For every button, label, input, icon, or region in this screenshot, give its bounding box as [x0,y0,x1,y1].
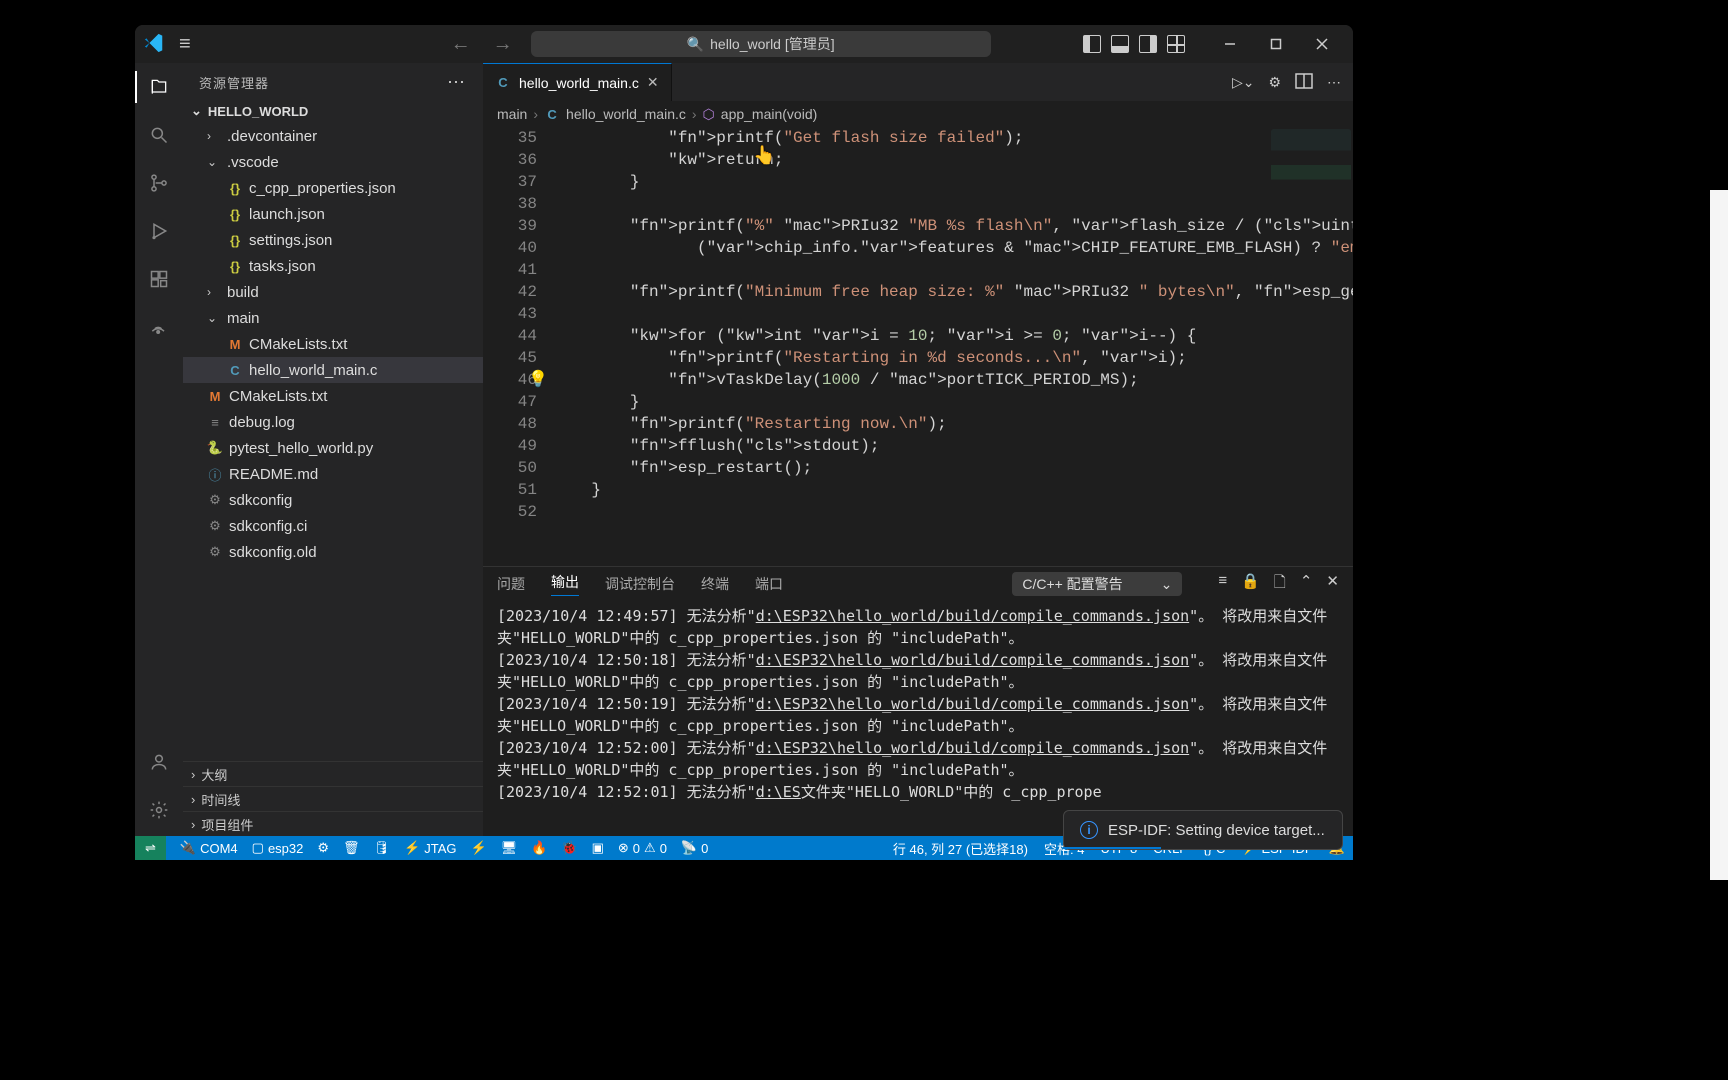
output-channel-select[interactable]: C/C++ 配置警告⌄ [1012,572,1182,596]
command-center-search[interactable]: 🔍 hello_world [管理员] [531,31,991,57]
panel-tab-debug[interactable]: 调试控制台 [605,574,675,594]
nav-forward-icon[interactable]: → [493,33,513,56]
status-gear-icon[interactable]: ⚙ [317,840,329,856]
explorer-sidebar: 资源管理器 ⋯ ⌄HELLO_WORLD ›.devcontainer ⌄.vs… [183,63,483,836]
collapse-panel-icon[interactable]: ⌃ [1300,572,1313,597]
explorer-icon[interactable] [145,73,173,101]
close-button[interactable] [1299,25,1345,63]
remote-indicator[interactable]: ⇌ [135,836,166,860]
search-activity-icon[interactable] [145,121,173,149]
file-item[interactable]: ⚙sdkconfig.old [183,539,483,565]
status-build-icon[interactable]: 🛢 [374,840,391,856]
toggle-secondary-sidebar-icon[interactable] [1139,35,1157,53]
panel-tab-ports[interactable]: 端口 [755,574,783,594]
folder-build[interactable]: ›build [183,279,483,305]
close-tab-icon[interactable]: ✕ [647,74,659,91]
run-debug-icon[interactable] [145,217,173,245]
folder-main[interactable]: ⌄main [183,305,483,331]
status-errors[interactable]: ⊗0 ⚠0 [618,840,667,856]
output-log[interactable]: [2023/10/4 12:49:57] 无法分析"d:\ESP32\hello… [483,601,1353,836]
close-panel-icon[interactable]: ✕ [1326,572,1339,597]
minimap[interactable] [1271,129,1351,489]
status-flash-icon[interactable]: ⚡ [471,840,487,856]
clear-output-icon[interactable]: 🗋 [1274,572,1286,597]
minimize-button[interactable] [1207,25,1253,63]
info-icon: i [1080,821,1098,836]
timeline-section[interactable]: ›时间线 [183,786,483,811]
source-control-icon[interactable] [145,169,173,197]
file-item[interactable]: {}tasks.json [183,253,483,279]
file-item[interactable]: {}launch.json [183,201,483,227]
vscode-logo-icon [143,32,165,57]
editor-tab-active[interactable]: C hello_world_main.c ✕ [483,63,672,101]
status-terminal-icon[interactable]: ▣ [592,840,604,856]
file-item[interactable]: ⓘREADME.md [183,461,483,487]
bottom-panel: 问题 输出 调试控制台 终端 端口 C/C++ 配置警告⌄ ≡ 🔒 🗋 ⌃ ✕ [483,566,1353,836]
file-item[interactable]: MCMakeLists.txt [183,383,483,409]
status-flame-icon[interactable]: 🔥 [531,840,547,856]
more-actions-icon[interactable]: ⋯ [1327,74,1341,91]
toggle-panel-icon[interactable] [1111,35,1129,53]
activity-bar [135,63,183,836]
split-editor-icon[interactable] [1295,72,1313,93]
maximize-button[interactable] [1253,25,1299,63]
file-item[interactable]: ⚙sdkconfig [183,487,483,513]
status-chip[interactable]: ▢esp32 [252,840,304,856]
extensions-icon[interactable] [145,265,173,293]
panel-tab-terminal[interactable]: 终端 [701,574,729,594]
accounts-icon[interactable] [145,748,173,776]
project-root[interactable]: ⌄HELLO_WORLD [183,101,483,121]
panel-tab-output[interactable]: 输出 [551,572,579,596]
explorer-title: 资源管理器 [199,73,269,92]
status-com-port[interactable]: 🔌COM4 [180,840,238,856]
folder-vscode[interactable]: ⌄.vscode [183,149,483,175]
lock-scroll-icon[interactable]: 🔒 [1241,572,1260,597]
file-item[interactable]: ≡debug.log [183,409,483,435]
espressif-icon[interactable] [145,313,173,341]
file-item[interactable]: MCMakeLists.txt [183,331,483,357]
toggle-primary-sidebar-icon[interactable] [1083,35,1101,53]
nav-back-icon[interactable]: ← [451,33,471,56]
editor-tabs: C hello_world_main.c ✕ ▷⌄ ⚙ ⋯ [483,63,1353,101]
background-window-sliver [1710,190,1728,880]
customize-layout-icon[interactable] [1167,35,1185,53]
file-item[interactable]: 🐍pytest_hello_world.py [183,435,483,461]
outline-section[interactable]: ›大纲 [183,761,483,786]
list-icon[interactable]: ≡ [1218,572,1227,597]
hamburger-menu-icon[interactable]: ≡ [179,33,191,56]
explorer-more-icon[interactable]: ⋯ [447,72,467,93]
file-item[interactable]: {}settings.json [183,227,483,253]
file-item[interactable]: ⚙sdkconfig.ci [183,513,483,539]
status-trash-icon[interactable]: 🗑 [343,840,360,856]
notification-toast[interactable]: i ESP-IDF: Setting device target... [1063,810,1343,836]
settings-gear-icon[interactable]: ⚙ [1268,74,1281,91]
project-items-section[interactable]: ›项目组件 [183,811,483,836]
mouse-cursor-icon: 👆 [753,145,775,166]
file-tree: ›.devcontainer ⌄.vscode {}c_cpp_properti… [183,121,483,567]
status-cursor-pos[interactable]: 行 46, 列 27 (已选择18) [893,839,1028,858]
lightbulb-icon[interactable]: 💡 [528,369,548,391]
panel-tab-problems[interactable]: 问题 [497,574,525,594]
status-monitor-icon[interactable]: 🖥 [501,840,518,856]
file-item-active[interactable]: Chello_world_main.c [183,357,483,383]
folder-devcontainer[interactable]: ›.devcontainer [183,123,483,149]
title-bar: ≡ ← → 🔍 hello_world [管理员] [135,25,1353,63]
code-editor[interactable]: 353637383940414243444546474849505152 "fn… [483,127,1353,566]
status-ports[interactable]: 📡0 [681,840,708,856]
status-jtag[interactable]: ⚡JTAG [404,840,456,856]
status-debug-icon[interactable]: 🐞 [561,840,577,856]
search-icon: 🔍 [687,36,704,53]
search-text: hello_world [管理员] [710,34,835,54]
settings-gear-icon[interactable] [145,796,173,824]
vscode-window: ≡ ← → 🔍 hello_world [管理员] [135,25,1353,860]
run-dropdown-icon[interactable]: ▷⌄ [1232,74,1255,91]
file-item[interactable]: {}c_cpp_properties.json [183,175,483,201]
breadcrumb[interactable]: main› Chello_world_main.c› ⬡app_main(voi… [483,101,1353,127]
